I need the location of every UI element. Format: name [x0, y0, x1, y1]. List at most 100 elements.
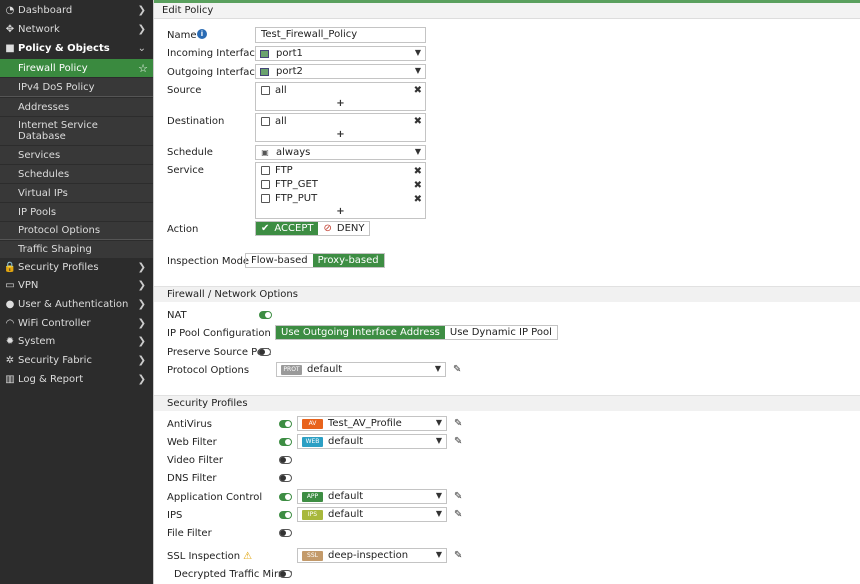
nat-toggle[interactable]: [259, 311, 272, 319]
vpn-icon: ▭: [5, 280, 15, 291]
nat-label: NAT: [167, 310, 187, 321]
preserve-source-port-toggle[interactable]: [258, 348, 271, 356]
file-filter-toggle[interactable]: [279, 529, 292, 537]
caret-down-icon: ▼: [434, 364, 441, 373]
sidebar-item-label: VPN: [18, 280, 39, 291]
schedule-select[interactable]: ▣ always ▼: [255, 145, 426, 160]
sidebar-item-label: User & Authentication: [18, 299, 129, 310]
remove-icon[interactable]: ✖: [414, 194, 422, 205]
video-filter-label: Video Filter: [167, 455, 223, 466]
sidebar-subitem-ip-pools[interactable]: IP Pools: [0, 202, 153, 221]
sidebar-item-wifi-controller[interactable]: ◠ WiFi Controller ❯: [0, 314, 153, 333]
decrypted-traffic-mirror-toggle[interactable]: [279, 570, 292, 578]
edit-icon[interactable]: ✎: [454, 418, 462, 429]
sidebar-item-user-authentication[interactable]: ● User & Authentication ❯: [0, 295, 153, 314]
dns-filter-toggle[interactable]: [279, 474, 292, 482]
sidebar-subitem-firewall-policy[interactable]: Firewall Policy ☆: [0, 58, 153, 77]
ips-toggle[interactable]: [279, 511, 292, 519]
star-icon[interactable]: ☆: [138, 62, 148, 75]
chart-icon: ▥: [5, 374, 15, 385]
remove-icon[interactable]: ✖: [414, 180, 422, 191]
sidebar-subitem-schedules[interactable]: Schedules: [0, 164, 153, 183]
lock-icon: 🔒: [3, 262, 17, 273]
edit-icon[interactable]: ✎: [453, 364, 461, 375]
web-filter-value: default: [328, 436, 364, 447]
destination-label: Destination: [167, 116, 225, 127]
add-icon[interactable]: +: [256, 98, 425, 109]
app-badge: APP: [302, 491, 323, 502]
sidebar-subitem-ipv4-dos-policy[interactable]: IPv4 DoS Policy: [0, 77, 153, 96]
edit-icon[interactable]: ✎: [454, 436, 462, 447]
security-profiles-header: Security Profiles: [154, 395, 860, 411]
ip-pool-configuration-label: IP Pool Configuration: [167, 328, 271, 339]
destination-field[interactable]: all ✖ +: [255, 113, 426, 142]
web-filter-toggle[interactable]: [279, 438, 292, 446]
remove-icon[interactable]: ✖: [414, 116, 422, 127]
video-filter-toggle[interactable]: [279, 456, 292, 464]
ips-select[interactable]: IPS default ▼: [297, 507, 447, 522]
add-icon[interactable]: +: [256, 129, 425, 140]
sidebar-subitem-services[interactable]: Services: [0, 145, 153, 164]
inspection-mode-toggle: Flow-based Proxy-based: [245, 253, 385, 268]
caret-down-icon: ▼: [414, 66, 421, 75]
sidebar-item-label: System: [18, 336, 56, 347]
web-filter-select[interactable]: WEB default ▼: [297, 434, 447, 449]
add-icon[interactable]: +: [256, 206, 425, 217]
chevron-right-icon: ❯: [137, 336, 146, 347]
source-value: all: [275, 85, 287, 96]
sidebar-item-dashboard[interactable]: ◔ Dashboard ❯: [0, 1, 153, 20]
service-label: Service: [167, 165, 204, 176]
sidebar-subitem-label: Addresses: [18, 101, 70, 113]
service-entry: FTP_GET: [261, 179, 318, 190]
sidebar-subitem-traffic-shaping[interactable]: Traffic Shaping: [0, 240, 153, 258]
sidebar-item-network[interactable]: ✥ Network ❯: [0, 20, 153, 39]
proxy-based-button[interactable]: Proxy-based: [312, 254, 384, 267]
sidebar-subitem-internet-service-database[interactable]: Internet Service Database: [0, 116, 153, 145]
protocol-options-select[interactable]: PROT default ▼: [276, 362, 446, 377]
sidebar-subitem-addresses[interactable]: Addresses: [0, 97, 153, 116]
use-dynamic-ip-pool-button[interactable]: Use Dynamic IP Pool: [445, 326, 557, 339]
deny-button[interactable]: ⊘ DENY: [318, 222, 369, 235]
ssl-inspection-text: SSL Inspection: [167, 551, 241, 562]
security-fabric-icon: ✲: [5, 355, 15, 366]
sidebar-item-log-report[interactable]: ▥ Log & Report ❯: [0, 370, 153, 389]
sidebar-item-security-fabric[interactable]: ✲ Security Fabric ❯: [0, 351, 153, 370]
protocol-badge: PROT: [281, 364, 302, 375]
sidebar-item-label: Policy & Objects: [18, 43, 110, 54]
accept-button[interactable]: ✔ ACCEPT: [256, 222, 319, 235]
outgoing-interface-select[interactable]: port2 ▼: [255, 64, 426, 79]
incoming-interface-label: Incoming Interface: [167, 48, 262, 59]
ips-label: IPS: [167, 510, 183, 521]
edit-icon[interactable]: ✎: [454, 550, 462, 561]
edit-icon[interactable]: ✎: [454, 509, 462, 520]
chevron-right-icon: ❯: [137, 299, 146, 310]
use-outgoing-interface-address-button[interactable]: Use Outgoing Interface Address: [276, 326, 445, 339]
caret-down-icon: ▼: [435, 418, 442, 427]
application-control-toggle[interactable]: [279, 493, 292, 501]
sidebar-subitem-label: Traffic Shaping: [18, 244, 92, 255]
antivirus-select[interactable]: AV Test_AV_Profile ▼: [297, 416, 447, 431]
source-field[interactable]: all ✖ +: [255, 82, 426, 111]
ssl-inspection-select[interactable]: SSL deep-inspection ▼: [297, 548, 447, 563]
schedule-value: always: [276, 147, 311, 158]
name-input[interactable]: Test_Firewall_Policy: [255, 27, 426, 43]
service-field[interactable]: FTP ✖ FTP_GET ✖ FTP_PUT ✖ +: [255, 162, 426, 219]
sidebar-item-system[interactable]: ✹ System ❯: [0, 332, 153, 351]
sidebar-subitem-label: Schedules: [18, 168, 70, 180]
destination-entry: all: [261, 116, 287, 127]
remove-icon[interactable]: ✖: [414, 166, 422, 177]
sidebar-subitem-protocol-options[interactable]: Protocol Options: [0, 221, 153, 239]
remove-icon[interactable]: ✖: [414, 85, 422, 96]
sidebar-item-security-profiles[interactable]: 🔒 Security Profiles ❯: [0, 258, 153, 277]
sidebar-subitem-virtual-ips[interactable]: Virtual IPs: [0, 183, 153, 202]
sidebar-item-vpn[interactable]: ▭ VPN ❯: [0, 276, 153, 295]
antivirus-value: Test_AV_Profile: [328, 418, 402, 429]
antivirus-toggle[interactable]: [279, 420, 292, 428]
incoming-interface-select[interactable]: port1 ▼: [255, 46, 426, 61]
deny-label: DENY: [336, 223, 365, 234]
sidebar-item-policy-objects[interactable]: ■ Policy & Objects ⌄: [0, 39, 153, 58]
edit-icon[interactable]: ✎: [454, 491, 462, 502]
application-control-select[interactable]: APP default ▼: [297, 489, 447, 504]
flow-based-button[interactable]: Flow-based: [246, 254, 313, 267]
chevron-right-icon: ❯: [137, 262, 146, 273]
